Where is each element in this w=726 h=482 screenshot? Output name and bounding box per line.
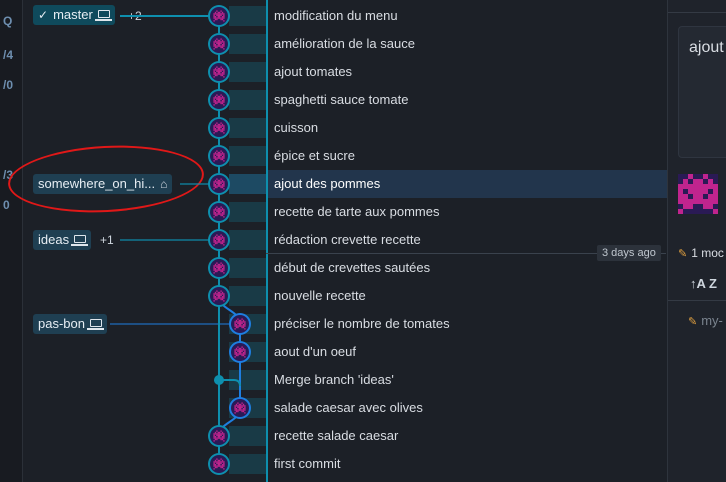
commit-avatar-icon: [208, 145, 230, 167]
commit-avatar-icon: [208, 201, 230, 223]
commit-row-strip: [229, 90, 266, 110]
commit-detail-panel: ajout ✎ 1 moc ↑A Z ✎ my-: [667, 0, 726, 482]
commit-graph: [110, 5, 266, 475]
commit-row[interactable]: ajout des pommes: [268, 170, 668, 198]
commit-row[interactable]: Merge branch 'ideas': [268, 366, 668, 394]
commit-row[interactable]: aout d'un oeuf: [268, 338, 668, 366]
commit-row-strip: [229, 258, 266, 278]
commit-row-strip: [229, 202, 266, 222]
merge-commit-dot: [214, 375, 224, 385]
commit-row[interactable]: préciser le nombre de tomates: [268, 310, 668, 338]
commit-row[interactable]: amélioration de la sauce: [268, 30, 668, 58]
commit-avatar-icon: [208, 61, 230, 83]
commit-avatar-icon: [208, 117, 230, 139]
author-avatar: [678, 174, 718, 214]
commit-row-strip: [229, 146, 266, 166]
commit-row-strip: [229, 6, 266, 26]
commit-avatar-icon: [229, 397, 251, 419]
commit-avatar-icon: [208, 229, 230, 251]
commit-summary-title: ajout: [689, 39, 724, 56]
commit-avatar-icon: [208, 285, 230, 307]
commit-row-strip: [229, 426, 266, 446]
panel-top-divider: [668, 0, 726, 13]
commit-avatar-icon: [208, 425, 230, 447]
commit-row-strip: [229, 286, 266, 306]
panel-divider: [668, 300, 726, 301]
commit-row[interactable]: first commit: [268, 450, 668, 478]
commit-row-strip: [229, 62, 266, 82]
changed-file-entry[interactable]: ✎ my-: [688, 313, 723, 328]
commit-row[interactable]: cuisson: [268, 114, 668, 142]
pencil-icon: ✎: [688, 316, 698, 328]
commit-row-strip: [229, 174, 266, 194]
commit-avatar-icon: [208, 89, 230, 111]
commit-row-strip: [229, 454, 266, 474]
commit-avatar-icon: [208, 173, 230, 195]
commit-row-strip: [229, 118, 266, 138]
commit-row[interactable]: spaghetti sauce tomate: [268, 86, 668, 114]
commit-avatar-icon: [229, 341, 251, 363]
commit-avatar-icon: [208, 257, 230, 279]
date-chip: 3 days ago: [597, 245, 661, 261]
sort-toggle[interactable]: ↑A Z: [690, 276, 717, 291]
commit-row-strip: [229, 34, 266, 54]
pencil-icon: ✎: [678, 248, 688, 260]
commit-row[interactable]: nouvelle recette: [268, 282, 668, 310]
commit-row-strip: [229, 230, 266, 250]
commit-avatar-icon: [208, 33, 230, 55]
commit-row[interactable]: modification du menu: [268, 2, 668, 30]
commit-row[interactable]: salade caesar avec olives: [268, 394, 668, 422]
commit-avatar-icon: [229, 313, 251, 335]
files-changed-label: ✎ 1 moc: [678, 246, 724, 260]
commit-row[interactable]: épice et sucre: [268, 142, 668, 170]
commit-avatar-icon: [208, 453, 230, 475]
commit-row[interactable]: recette salade caesar: [268, 422, 668, 450]
commit-avatar-icon: [208, 5, 230, 27]
commit-summary-box[interactable]: ajout: [678, 26, 726, 158]
commit-row[interactable]: ajout tomates: [268, 58, 668, 86]
commit-message-list: modification du menu amélioration de la s…: [266, 0, 668, 482]
commit-row[interactable]: recette de tarte aux pommes: [268, 198, 668, 226]
